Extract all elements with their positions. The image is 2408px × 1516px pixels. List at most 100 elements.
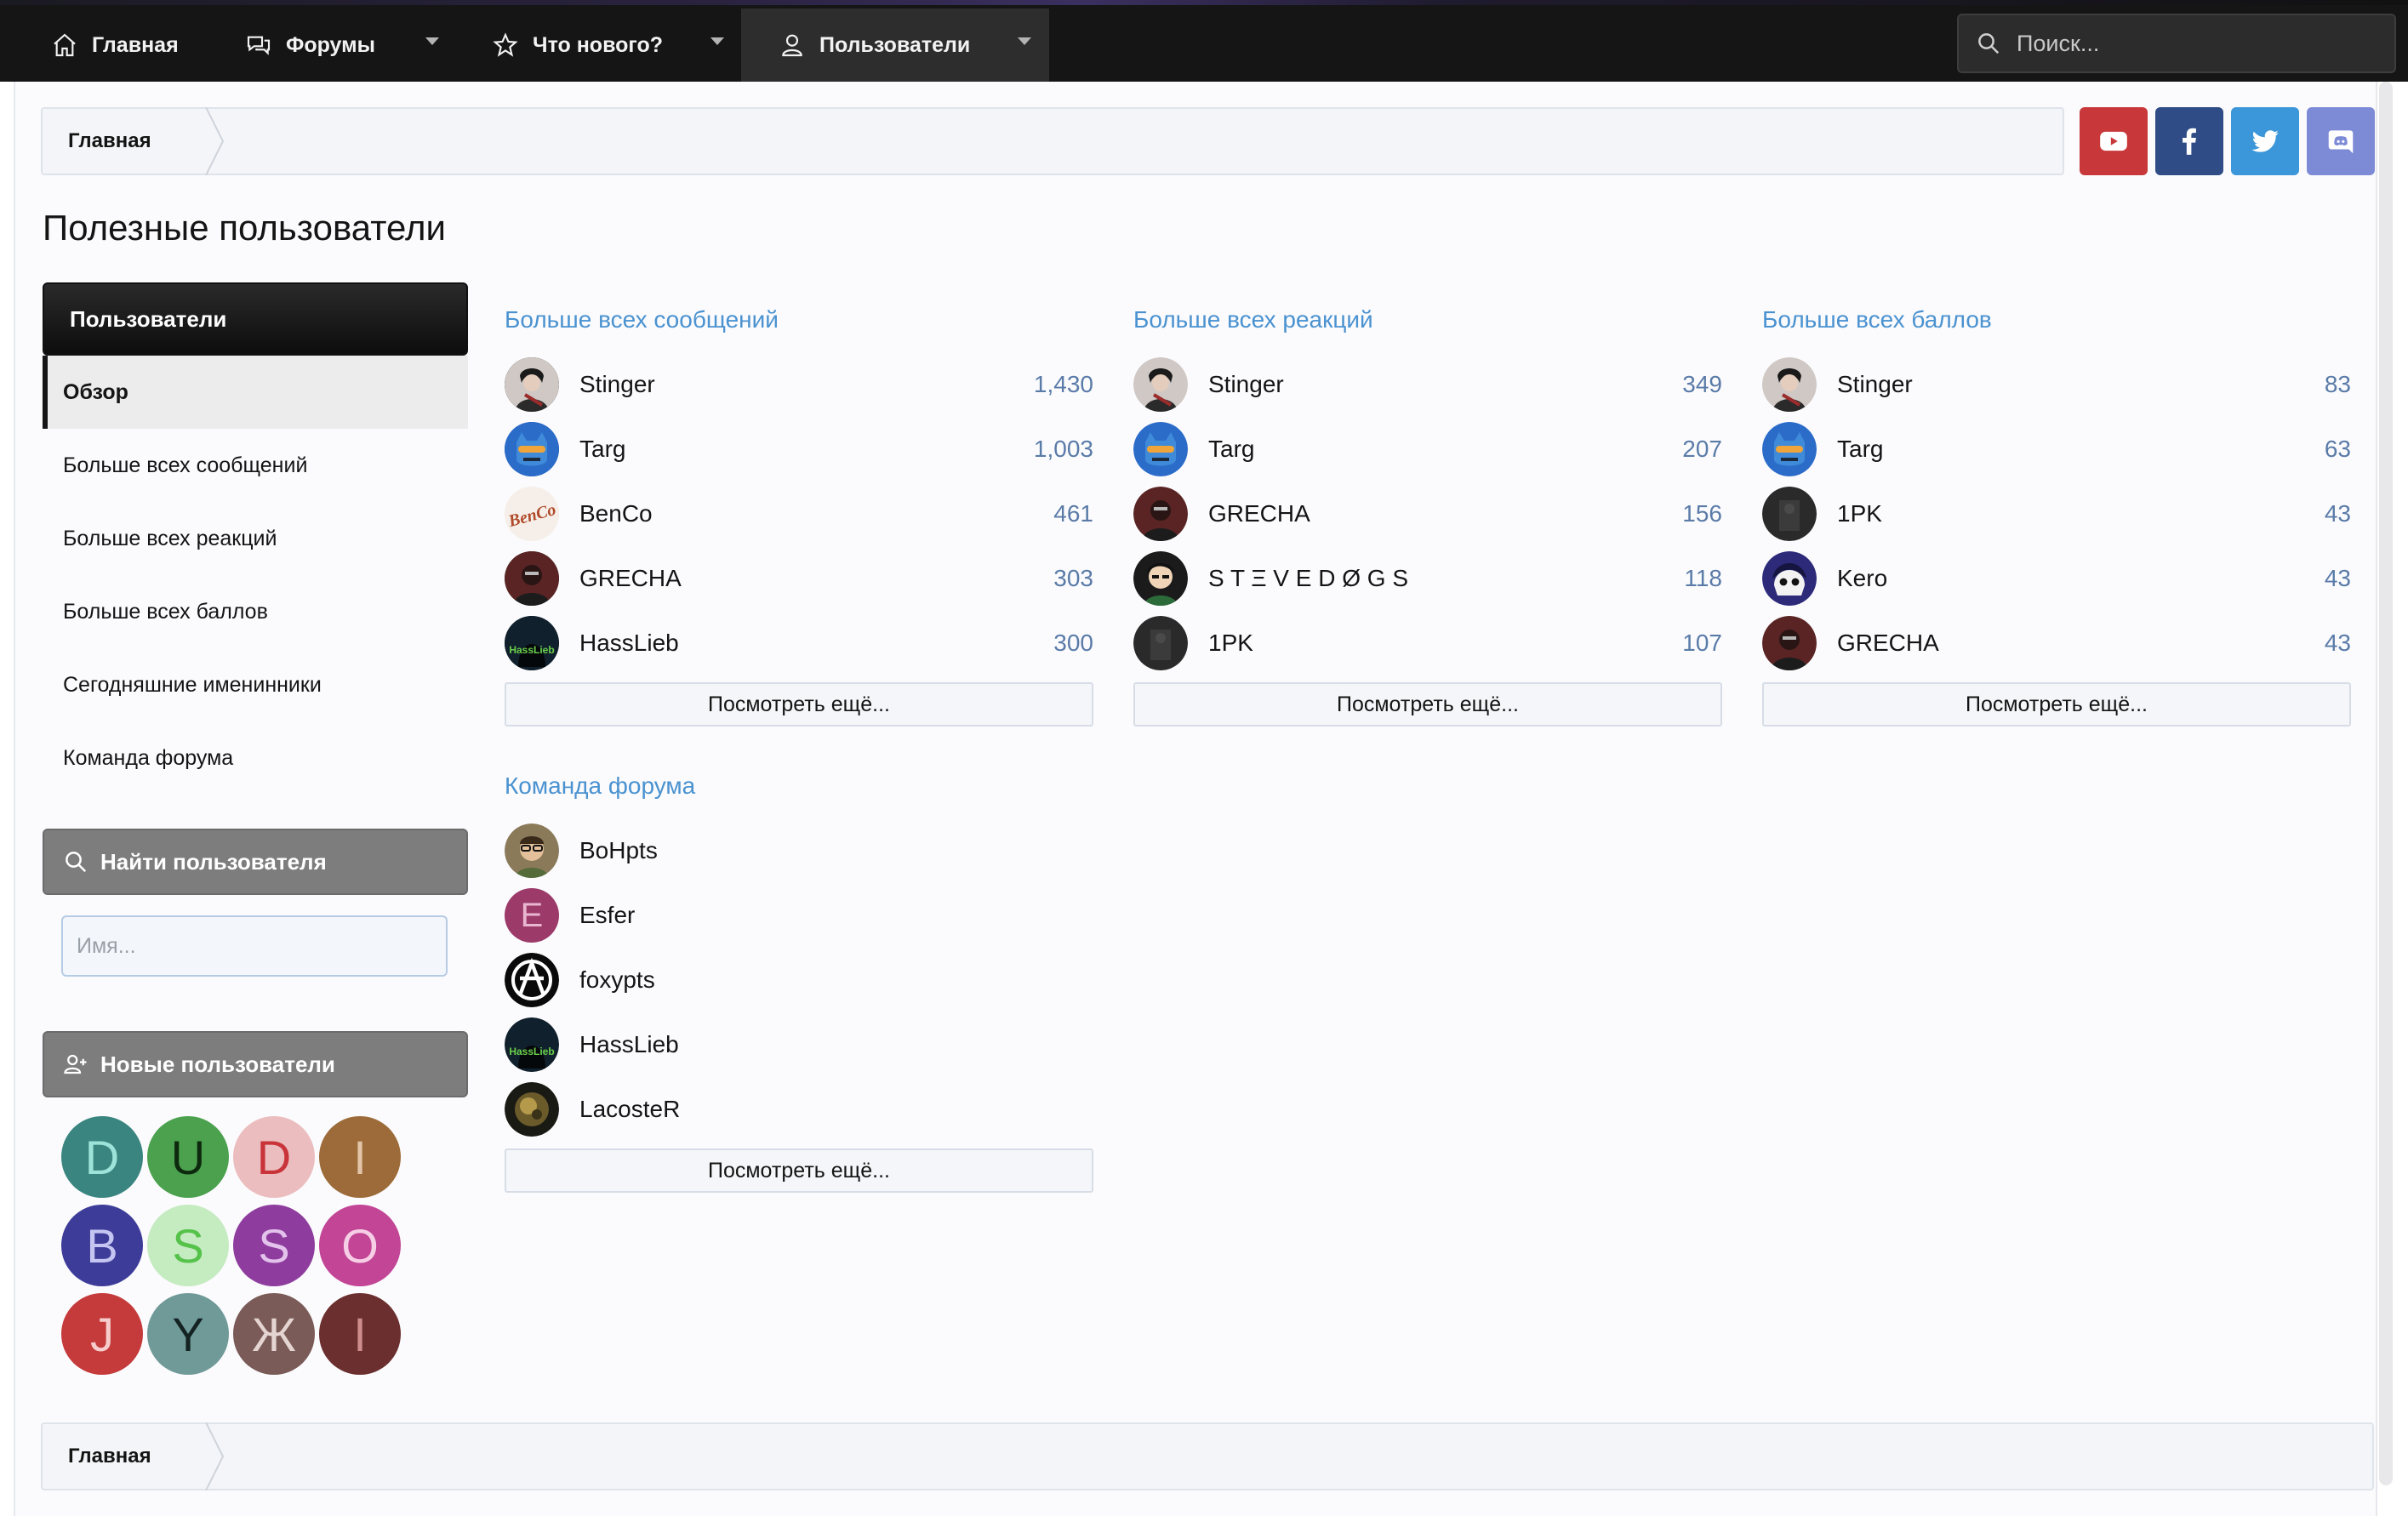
list-item[interactable]: S T Ξ V E D Ø G S 118	[1133, 546, 1722, 611]
new-user-avatar[interactable]: B	[61, 1205, 143, 1286]
list-item[interactable]: Targ 63	[1762, 417, 2351, 482]
username[interactable]: 1PK	[1208, 630, 1253, 657]
list-item[interactable]: 1PK 107	[1133, 611, 1722, 675]
username[interactable]: Targ	[1837, 436, 1883, 463]
sidebar-item-most-points[interactable]: Больше всех баллов	[43, 575, 468, 648]
breadcrumb-home-link[interactable]: Главная	[68, 109, 151, 174]
sidebar-item-overview[interactable]: Обзор	[43, 356, 468, 429]
view-more-button[interactable]: Посмотреть ещё...	[505, 682, 1093, 727]
username[interactable]: Stinger	[579, 371, 655, 398]
username[interactable]: Stinger	[1837, 371, 1913, 398]
username[interactable]: GRECHA	[1837, 630, 1939, 657]
avatar[interactable]	[1762, 551, 1817, 606]
nav-users[interactable]: Пользователи	[741, 9, 1049, 82]
avatar[interactable]	[1133, 616, 1188, 670]
list-item[interactable]: GRECHA 303	[505, 546, 1093, 611]
username[interactable]: BoHpts	[579, 837, 658, 864]
list-item[interactable]: GRECHA 156	[1133, 482, 1722, 546]
list-item[interactable]: GRECHA 43	[1762, 611, 2351, 675]
list-item[interactable]: Stinger 83	[1762, 352, 2351, 417]
username[interactable]: LacosteR	[579, 1096, 680, 1123]
username[interactable]: foxypts	[579, 966, 655, 994]
new-user-avatar[interactable]: Y	[147, 1293, 229, 1375]
new-user-avatar[interactable]: D	[233, 1116, 315, 1198]
new-user-avatar[interactable]: D	[61, 1116, 143, 1198]
username[interactable]: Targ	[579, 436, 625, 463]
username[interactable]: Esfer	[579, 902, 635, 929]
most-messages-title[interactable]: Больше всех сообщений	[505, 306, 779, 333]
avatar[interactable]	[505, 357, 559, 412]
new-user-avatar[interactable]: I	[319, 1293, 401, 1375]
nav-forums[interactable]: Форумы	[245, 9, 375, 82]
list-item[interactable]: 1PK 43	[1762, 482, 2351, 546]
youtube-button[interactable]	[2080, 107, 2148, 175]
most-points-title[interactable]: Больше всех баллов	[1762, 306, 1992, 333]
avatar[interactable]: BenCo	[505, 487, 559, 541]
list-item[interactable]: foxypts	[505, 948, 1093, 1012]
view-more-button[interactable]: Посмотреть ещё...	[1133, 682, 1722, 727]
most-reactions-title[interactable]: Больше всех реакций	[1133, 306, 1373, 333]
new-user-avatar[interactable]: S	[233, 1205, 315, 1286]
list-item[interactable]: Kero 43	[1762, 546, 2351, 611]
avatar[interactable]: HassLieb	[505, 616, 559, 670]
username[interactable]: GRECHA	[1208, 500, 1310, 527]
avatar[interactable]	[1762, 487, 1817, 541]
avatar[interactable]	[1133, 487, 1188, 541]
avatar[interactable]: E	[505, 888, 559, 943]
facebook-button[interactable]	[2155, 107, 2223, 175]
list-item[interactable]: E Esfer	[505, 883, 1093, 948]
sidebar-item-staff[interactable]: Команда форума	[43, 721, 468, 795]
staff-title[interactable]: Команда форума	[505, 772, 695, 800]
username[interactable]: HassLieb	[579, 1031, 679, 1058]
list-item[interactable]: Stinger 349	[1133, 352, 1722, 417]
avatar[interactable]	[505, 422, 559, 476]
sidebar-header-users[interactable]: Пользователи	[43, 282, 468, 356]
username[interactable]: 1PK	[1837, 500, 1882, 527]
nav-whats-new[interactable]: Что нового?	[492, 9, 663, 82]
avatar[interactable]	[1762, 357, 1817, 412]
avatar[interactable]: HassLieb	[505, 1017, 559, 1072]
sidebar-item-most-messages[interactable]: Больше всех сообщений	[43, 429, 468, 502]
username[interactable]: Targ	[1208, 436, 1254, 463]
view-more-button[interactable]: Посмотреть ещё...	[505, 1148, 1093, 1193]
new-user-avatar[interactable]: J	[61, 1293, 143, 1375]
discord-button[interactable]	[2307, 107, 2375, 175]
avatar[interactable]	[1133, 551, 1188, 606]
search-input[interactable]: Поиск...	[1957, 14, 2396, 73]
username[interactable]: GRECHA	[579, 565, 682, 592]
new-user-avatar[interactable]: O	[319, 1205, 401, 1286]
whats-new-dropdown-caret[interactable]	[710, 37, 724, 45]
nav-home[interactable]: Главная	[51, 9, 179, 82]
avatar[interactable]	[1762, 422, 1817, 476]
username[interactable]: BenCo	[579, 500, 653, 527]
name-input[interactable]: Имя...	[61, 915, 448, 977]
list-item[interactable]: LacosteR	[505, 1077, 1093, 1142]
list-item[interactable]: Targ 207	[1133, 417, 1722, 482]
avatar[interactable]	[505, 1082, 559, 1137]
breadcrumb-home-link[interactable]: Главная	[68, 1424, 151, 1489]
list-item[interactable]: HassLieb HassLieb	[505, 1012, 1093, 1077]
username[interactable]: Kero	[1837, 565, 1887, 592]
new-user-avatar[interactable]: I	[319, 1116, 401, 1198]
list-item[interactable]: Stinger 1,430	[505, 352, 1093, 417]
list-item[interactable]: HassLieb HassLieb 300	[505, 611, 1093, 675]
sidebar-item-most-reactions[interactable]: Больше всех реакций	[43, 502, 468, 575]
new-user-avatar[interactable]: U	[147, 1116, 229, 1198]
list-item[interactable]: BoHpts	[505, 818, 1093, 883]
list-item[interactable]: BenCo BenCo 461	[505, 482, 1093, 546]
twitter-button[interactable]	[2231, 107, 2299, 175]
avatar[interactable]	[505, 824, 559, 878]
avatar[interactable]	[505, 551, 559, 606]
username[interactable]: Stinger	[1208, 371, 1284, 398]
view-more-button[interactable]: Посмотреть ещё...	[1762, 682, 2351, 727]
avatar[interactable]	[505, 953, 559, 1007]
forums-dropdown-caret[interactable]	[425, 37, 439, 45]
new-user-avatar[interactable]: S	[147, 1205, 229, 1286]
username[interactable]: HassLieb	[579, 630, 679, 657]
sidebar-item-birthdays[interactable]: Сегодняшние именинники	[43, 648, 468, 721]
new-user-avatar[interactable]: Ж	[233, 1293, 315, 1375]
list-item[interactable]: Targ 1,003	[505, 417, 1093, 482]
username[interactable]: S T Ξ V E D Ø G S	[1208, 565, 1408, 592]
users-dropdown-caret[interactable]	[1018, 37, 1031, 45]
avatar[interactable]	[1762, 616, 1817, 670]
